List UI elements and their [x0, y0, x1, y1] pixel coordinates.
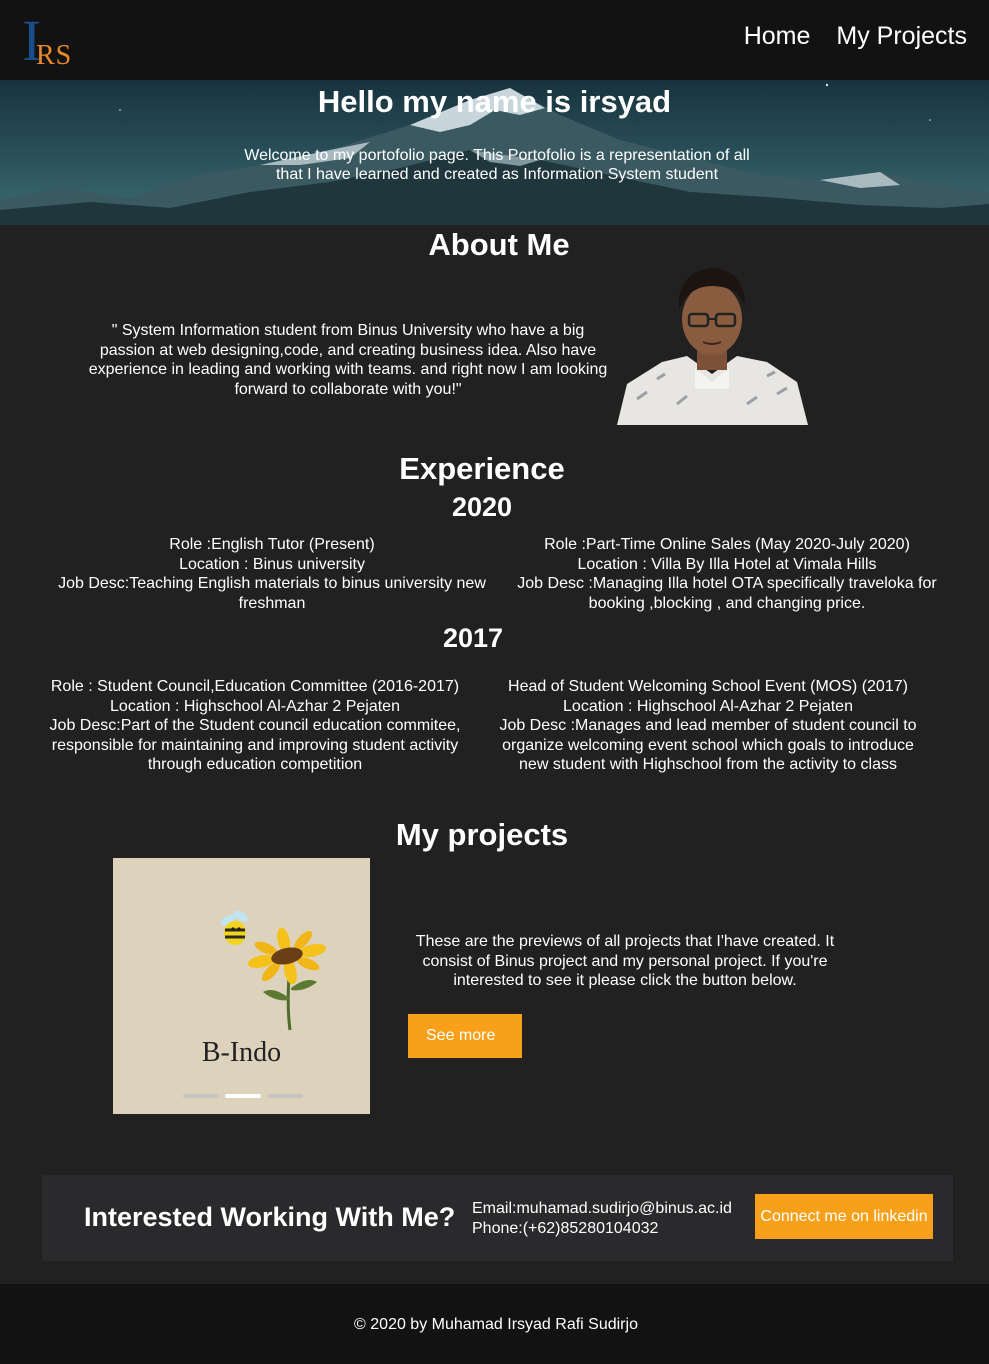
profile-photo — [617, 264, 808, 425]
experience-entry: Role :English Tutor (Present) Location :… — [44, 535, 500, 613]
hero-title: Hello my name is irsyad — [317, 84, 672, 119]
linkedin-button[interactable]: Connect me on linkedin — [755, 1194, 933, 1239]
footer: © 2020 by Muhamad Irsyad Rafi Sudirjo — [0, 1284, 989, 1364]
carousel-indicators — [183, 1094, 303, 1099]
carousel-dot[interactable] — [183, 1094, 219, 1098]
experience-desc: Job Desc:Teaching English materials to b… — [58, 575, 486, 612]
experience-location: Location : Highschool Al-Azhar 2 Pejaten — [110, 697, 400, 715]
footer-copyright: © 2020 by Muhamad Irsyad Rafi Sudirjo — [354, 1316, 638, 1333]
hero-subtitle: Welcome to my portofolio page. This Port… — [244, 147, 750, 183]
experience-entry: Role : Student Council,Education Committ… — [34, 677, 476, 775]
experience-location: Location : Binus university — [179, 555, 365, 573]
contact-email: Email:muhamad.sudirjo@binus.ac.id — [472, 1200, 732, 1217]
contact-phone: Phone:(+62)85280104032 — [472, 1219, 659, 1237]
experience-location: Location : Highschool Al-Azhar 2 Pejaten — [563, 697, 853, 715]
nav-link-home[interactable]: Home — [744, 20, 811, 52]
experience-role: Role :English Tutor (Present) — [169, 536, 375, 553]
contact-section: Interested Working With Me? Email:muhama… — [42, 1175, 953, 1261]
navbar: I RS Home My Projects — [0, 0, 989, 80]
profile-photo-illustration — [617, 268, 808, 425]
carousel-slide-title: B-Indo — [201, 1037, 282, 1068]
experience-role: Head of Student Welcoming School Event (… — [508, 678, 908, 695]
experience-location: Location : Villa By Illa Hotel at Vimala… — [577, 555, 877, 573]
projects-heading: My projects — [395, 817, 569, 852]
experience-entry: Role :Part-Time Online Sales (May 2020-J… — [504, 535, 950, 613]
carousel-dot-active[interactable] — [225, 1094, 261, 1098]
project-carousel[interactable]: B-Indo — [113, 858, 370, 1114]
experience-year-2017: 2017 — [442, 623, 504, 653]
site-logo[interactable]: I RS — [20, 12, 80, 70]
projects-description: These are the previews of all projects t… — [415, 933, 835, 989]
about-heading: About Me — [428, 227, 570, 262]
contact-heading: Interested Working With Me? — [84, 1202, 456, 1232]
experience-desc: Job Desc :Managing Illa hotel OTA specif… — [517, 575, 937, 612]
nav-link-my-projects[interactable]: My Projects — [836, 20, 967, 52]
carousel-dot[interactable] — [267, 1094, 303, 1098]
experience-entry: Head of Student Welcoming School Event (… — [486, 677, 930, 775]
sunflower-bee-illustration — [220, 910, 327, 1031]
experience-year-2020: 2020 — [451, 492, 513, 522]
see-more-button[interactable]: See more — [408, 1014, 522, 1058]
nav-links: Home My Projects — [744, 20, 967, 52]
about-text: " System Information student from Binus … — [88, 322, 608, 398]
contact-info: Email:muhamad.sudirjo@binus.ac.id Phone:… — [472, 1199, 732, 1238]
experience-desc: Job Desc:Part of the Student council edu… — [49, 717, 461, 773]
hero-banner: Hello my name is irsyad Welcome to my po… — [0, 80, 989, 225]
experience-role: Role : Student Council,Education Committ… — [50, 678, 460, 695]
experience-role: Role :Part-Time Online Sales (May 2020-J… — [544, 536, 910, 553]
logo-letters-rs: RS — [36, 40, 73, 71]
experience-heading: Experience — [399, 451, 565, 486]
experience-desc: Job Desc :Manages and lead member of stu… — [499, 717, 917, 773]
